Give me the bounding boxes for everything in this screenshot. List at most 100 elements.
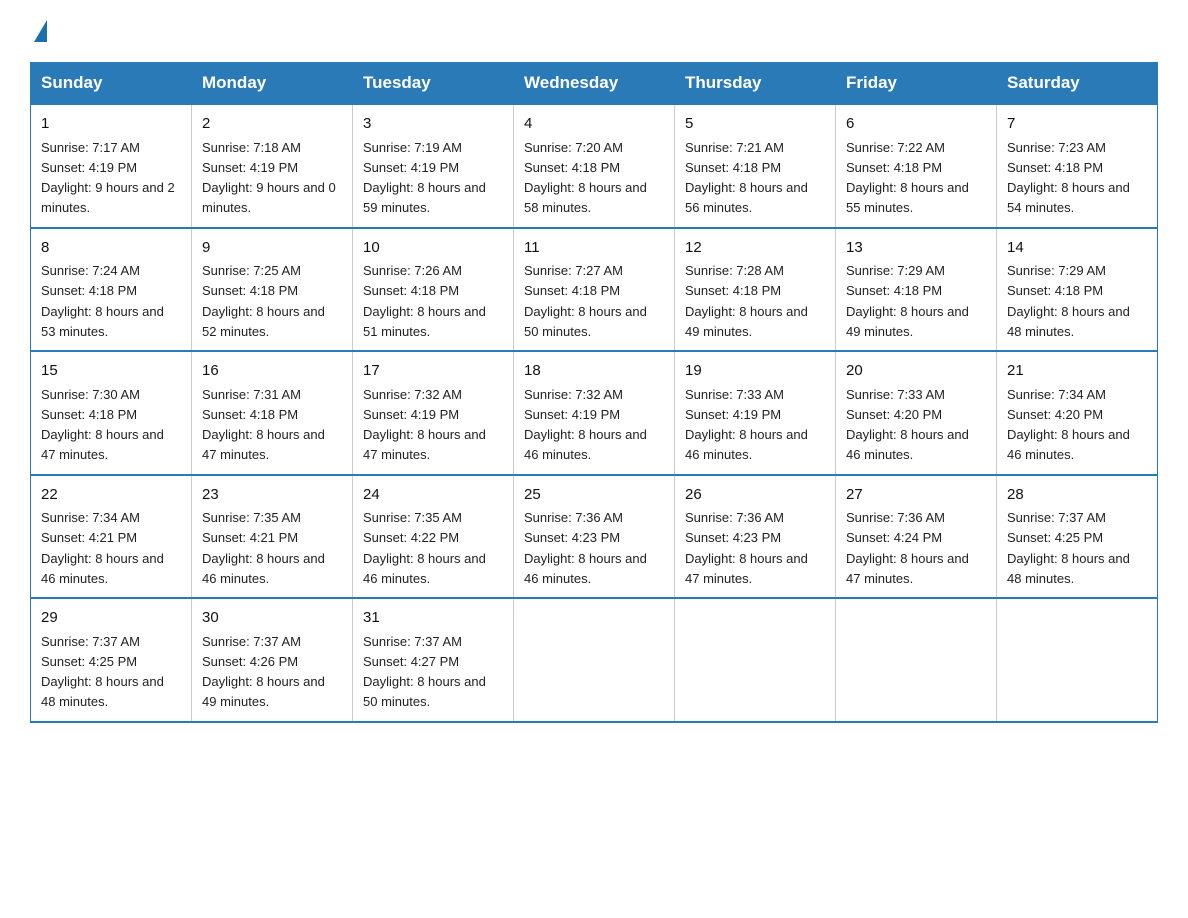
day-number: 9: [202, 237, 342, 260]
day-number: 17: [363, 360, 503, 383]
day-info: Sunrise: 7:37 AMSunset: 4:26 PMDaylight:…: [202, 634, 325, 710]
calendar-cell: 17 Sunrise: 7:32 AMSunset: 4:19 PMDayligh…: [353, 351, 514, 475]
day-number: 14: [1007, 237, 1147, 260]
calendar-cell: [675, 598, 836, 722]
day-number: 30: [202, 607, 342, 630]
day-info: Sunrise: 7:37 AMSunset: 4:25 PMDaylight:…: [1007, 510, 1130, 586]
day-info: Sunrise: 7:33 AMSunset: 4:20 PMDaylight:…: [846, 387, 969, 463]
header-monday: Monday: [192, 63, 353, 105]
logo-blue-text: [30, 20, 47, 44]
day-number: 25: [524, 484, 664, 507]
calendar-cell: 2 Sunrise: 7:18 AMSunset: 4:19 PMDaylight…: [192, 104, 353, 228]
day-number: 13: [846, 237, 986, 260]
day-info: Sunrise: 7:29 AMSunset: 4:18 PMDaylight:…: [846, 263, 969, 339]
calendar-cell: 28 Sunrise: 7:37 AMSunset: 4:25 PMDayligh…: [997, 475, 1158, 599]
day-number: 19: [685, 360, 825, 383]
day-info: Sunrise: 7:17 AMSunset: 4:19 PMDaylight:…: [41, 140, 175, 216]
calendar-cell: 31 Sunrise: 7:37 AMSunset: 4:27 PMDayligh…: [353, 598, 514, 722]
calendar-cell: 24Sunrise: 7:35 AMSunset: 4:22 PMDayligh…: [353, 475, 514, 599]
day-number: 12: [685, 237, 825, 260]
calendar-cell: 26 Sunrise: 7:36 AMSunset: 4:23 PMDayligh…: [675, 475, 836, 599]
day-number: 22: [41, 484, 181, 507]
calendar-cell: 6Sunrise: 7:22 AMSunset: 4:18 PMDaylight…: [836, 104, 997, 228]
calendar-cell: 7 Sunrise: 7:23 AMSunset: 4:18 PMDaylight…: [997, 104, 1158, 228]
header-saturday: Saturday: [997, 63, 1158, 105]
calendar-cell: 30 Sunrise: 7:37 AMSunset: 4:26 PMDayligh…: [192, 598, 353, 722]
day-info: Sunrise: 7:21 AMSunset: 4:18 PMDaylight:…: [685, 140, 808, 216]
calendar-cell: 20 Sunrise: 7:33 AMSunset: 4:20 PMDayligh…: [836, 351, 997, 475]
day-number: 18: [524, 360, 664, 383]
day-info: Sunrise: 7:26 AMSunset: 4:18 PMDaylight:…: [363, 263, 486, 339]
calendar-cell: 25Sunrise: 7:36 AMSunset: 4:23 PMDayligh…: [514, 475, 675, 599]
day-info: Sunrise: 7:35 AMSunset: 4:21 PMDaylight:…: [202, 510, 325, 586]
day-number: 10: [363, 237, 503, 260]
day-info: Sunrise: 7:20 AMSunset: 4:18 PMDaylight:…: [524, 140, 647, 216]
day-number: 28: [1007, 484, 1147, 507]
day-info: Sunrise: 7:34 AMSunset: 4:20 PMDaylight:…: [1007, 387, 1130, 463]
day-info: Sunrise: 7:32 AMSunset: 4:19 PMDaylight:…: [363, 387, 486, 463]
calendar-cell: 12 Sunrise: 7:28 AMSunset: 4:18 PMDayligh…: [675, 228, 836, 352]
day-number: 31: [363, 607, 503, 630]
day-number: 2: [202, 113, 342, 136]
day-info: Sunrise: 7:33 AMSunset: 4:19 PMDaylight:…: [685, 387, 808, 463]
day-number: 11: [524, 237, 664, 260]
week-row-5: 29 Sunrise: 7:37 AMSunset: 4:25 PMDayligh…: [31, 598, 1158, 722]
calendar-cell: 5 Sunrise: 7:21 AMSunset: 4:18 PMDaylight…: [675, 104, 836, 228]
day-info: Sunrise: 7:30 AMSunset: 4:18 PMDaylight:…: [41, 387, 164, 463]
calendar-cell: 29 Sunrise: 7:37 AMSunset: 4:25 PMDayligh…: [31, 598, 192, 722]
week-row-2: 8Sunrise: 7:24 AMSunset: 4:18 PMDaylight…: [31, 228, 1158, 352]
header-sunday: Sunday: [31, 63, 192, 105]
day-info: Sunrise: 7:28 AMSunset: 4:18 PMDaylight:…: [685, 263, 808, 339]
day-number: 4: [524, 113, 664, 136]
day-number: 26: [685, 484, 825, 507]
day-number: 8: [41, 237, 181, 260]
header-wednesday: Wednesday: [514, 63, 675, 105]
calendar-cell: 15 Sunrise: 7:30 AMSunset: 4:18 PMDayligh…: [31, 351, 192, 475]
calendar-cell: [514, 598, 675, 722]
header-thursday: Thursday: [675, 63, 836, 105]
day-number: 23: [202, 484, 342, 507]
week-row-4: 22 Sunrise: 7:34 AMSunset: 4:21 PMDayligh…: [31, 475, 1158, 599]
page-header: [30, 20, 1158, 44]
calendar-cell: 4 Sunrise: 7:20 AMSunset: 4:18 PMDaylight…: [514, 104, 675, 228]
calendar-cell: 23 Sunrise: 7:35 AMSunset: 4:21 PMDayligh…: [192, 475, 353, 599]
calendar-cell: 16Sunrise: 7:31 AMSunset: 4:18 PMDayligh…: [192, 351, 353, 475]
day-number: 29: [41, 607, 181, 630]
day-number: 20: [846, 360, 986, 383]
day-info: Sunrise: 7:37 AMSunset: 4:27 PMDaylight:…: [363, 634, 486, 710]
day-number: 15: [41, 360, 181, 383]
calendar-cell: 19 Sunrise: 7:33 AMSunset: 4:19 PMDayligh…: [675, 351, 836, 475]
calendar-cell: 18 Sunrise: 7:32 AMSunset: 4:19 PMDayligh…: [514, 351, 675, 475]
day-info: Sunrise: 7:36 AMSunset: 4:24 PMDaylight:…: [846, 510, 969, 586]
week-row-3: 15 Sunrise: 7:30 AMSunset: 4:18 PMDayligh…: [31, 351, 1158, 475]
calendar-cell: 3Sunrise: 7:19 AMSunset: 4:19 PMDaylight…: [353, 104, 514, 228]
calendar-cell: 1 Sunrise: 7:17 AMSunset: 4:19 PMDaylight…: [31, 104, 192, 228]
week-row-1: 1 Sunrise: 7:17 AMSunset: 4:19 PMDaylight…: [31, 104, 1158, 228]
day-info: Sunrise: 7:27 AMSunset: 4:18 PMDaylight:…: [524, 263, 647, 339]
header-tuesday: Tuesday: [353, 63, 514, 105]
day-info: Sunrise: 7:37 AMSunset: 4:25 PMDaylight:…: [41, 634, 164, 710]
day-info: Sunrise: 7:34 AMSunset: 4:21 PMDaylight:…: [41, 510, 164, 586]
day-info: Sunrise: 7:32 AMSunset: 4:19 PMDaylight:…: [524, 387, 647, 463]
day-number: 6: [846, 113, 986, 136]
calendar-cell: 8Sunrise: 7:24 AMSunset: 4:18 PMDaylight…: [31, 228, 192, 352]
day-info: Sunrise: 7:36 AMSunset: 4:23 PMDaylight:…: [685, 510, 808, 586]
logo: [30, 20, 47, 44]
calendar-cell: 10 Sunrise: 7:26 AMSunset: 4:18 PMDayligh…: [353, 228, 514, 352]
weekday-header-row: SundayMondayTuesdayWednesdayThursdayFrid…: [31, 63, 1158, 105]
day-number: 21: [1007, 360, 1147, 383]
calendar-cell: 14Sunrise: 7:29 AMSunset: 4:18 PMDayligh…: [997, 228, 1158, 352]
day-number: 7: [1007, 113, 1147, 136]
logo-triangle-icon: [34, 20, 47, 42]
day-info: Sunrise: 7:19 AMSunset: 4:19 PMDaylight:…: [363, 140, 486, 216]
day-info: Sunrise: 7:23 AMSunset: 4:18 PMDaylight:…: [1007, 140, 1130, 216]
day-info: Sunrise: 7:31 AMSunset: 4:18 PMDaylight:…: [202, 387, 325, 463]
day-info: Sunrise: 7:18 AMSunset: 4:19 PMDaylight:…: [202, 140, 336, 216]
day-number: 5: [685, 113, 825, 136]
calendar-cell: [836, 598, 997, 722]
day-number: 27: [846, 484, 986, 507]
day-info: Sunrise: 7:25 AMSunset: 4:18 PMDaylight:…: [202, 263, 325, 339]
day-number: 1: [41, 113, 181, 136]
calendar-cell: 27 Sunrise: 7:36 AMSunset: 4:24 PMDayligh…: [836, 475, 997, 599]
calendar-cell: [997, 598, 1158, 722]
